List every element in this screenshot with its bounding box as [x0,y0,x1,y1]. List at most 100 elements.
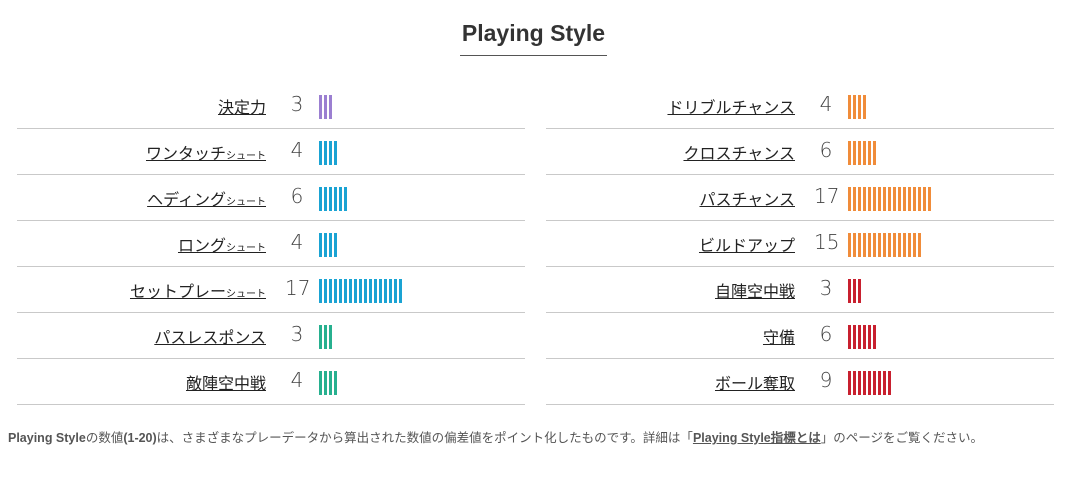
stat-label-link[interactable]: パスレスポンス [154,324,266,348]
stat-bar-segment [898,233,901,257]
stat-label-link[interactable]: ワンタッチシュート [146,140,266,164]
section-title: Playing Style [459,20,608,56]
stat-bar-segment [863,187,866,211]
stat-bar-segment [324,141,327,165]
stat-row: ドリブルチャンス 4 [546,84,1054,129]
stat-bar-segment [374,279,377,303]
stat-bar-segment [329,279,332,303]
stat-bar-segment [848,187,851,211]
stat-bar-segment [319,325,322,349]
stat-label-text: 守備 [762,328,795,347]
stat-bar [319,325,334,349]
stat-label-link[interactable]: 敵陣空中戦 [186,370,266,394]
stat-bar-segment [319,371,322,395]
stat-bar-segment [853,187,856,211]
stat-label-suffix: シュート [226,289,266,300]
stat-row: ビルドアップ 15 [546,222,1054,267]
stat-label-link[interactable]: ロングシュート [178,232,266,256]
stat-value: 4 [290,230,304,254]
stat-bar-segment [918,233,921,257]
stat-bar [319,279,404,303]
stat-bar-segment [858,325,861,349]
stat-bar-segment [329,141,332,165]
stat-bar-segment [324,325,327,349]
stat-label-text: セットプレー [129,282,226,301]
stat-bar-segment [853,371,856,395]
stat-value: 4 [290,138,304,162]
stat-bar-segment [893,233,896,257]
stat-bar-segment [858,233,861,257]
stat-value: 17 [814,184,840,208]
stat-label-link[interactable]: 守備 [763,324,795,348]
stat-bar-segment [858,371,861,395]
left-stat-column: 決定力 3 ワンタッチシュート 4 ヘディングシュート 6 ロングシュート 4 セットプレーシュ… [17,84,525,406]
stat-bar-segment [863,233,866,257]
stat-bar-segment [913,233,916,257]
stat-bar-segment [858,95,861,119]
stat-bar-segment [868,233,871,257]
stat-bar-segment [324,279,327,303]
stat-label-text: クロスチャンス [683,144,795,163]
stat-bar-segment [888,233,891,257]
stat-bar-segment [329,187,332,211]
stat-bar-segment [344,187,347,211]
footnote-text-2: は、さまざまなプレーデータから算出された数値の偏差値をポイント化したものです。詳… [156,431,693,445]
playing-style-info-link[interactable]: Playing Style指標とは [693,431,821,445]
stat-bar [319,371,339,395]
stat-row: 自陣空中戦 3 [546,268,1054,313]
stat-label-link[interactable]: ドリブルチャンス [667,94,795,118]
stat-bar [848,279,863,303]
stat-row: クロスチャンス 6 [546,130,1054,175]
stat-bar-segment [389,279,392,303]
stat-label-text: 敵陣空中戦 [185,374,266,393]
stat-label-suffix: シュート [226,151,266,162]
right-stat-column: ドリブルチャンス 4 クロスチャンス 6 パスチャンス 17 ビルドアップ 15 自陣空中戦 3 守… [546,84,1054,406]
footnote-bold-title: Playing Style [8,431,86,445]
stat-bar-segment [853,141,856,165]
stat-bar-segment [873,187,876,211]
stat-bar-segment [853,279,856,303]
stat-bar-segment [848,233,851,257]
stat-bar-segment [878,233,881,257]
stat-row: セットプレーシュート 17 [17,268,525,313]
stat-value: 3 [290,92,304,116]
stat-bar-segment [384,279,387,303]
stat-bar-segment [863,325,866,349]
stat-bar-segment [863,95,866,119]
stat-label-link[interactable]: 決定力 [218,94,266,118]
stat-bar-segment [853,325,856,349]
stat-bar-segment [324,187,327,211]
stat-row: 敵陣空中戦 4 [17,360,525,405]
stat-bar-segment [858,279,861,303]
stat-bar-segment [848,325,851,349]
stat-label-link[interactable]: ヘディングシュート [147,186,266,210]
footnote-range: (1-20) [123,431,157,445]
stat-bar-segment [873,233,876,257]
stat-bar-segment [394,279,397,303]
stat-bar-segment [334,187,337,211]
stat-row: パスチャンス 17 [546,176,1054,221]
stat-value: 6 [819,322,833,346]
stat-bar-segment [369,279,372,303]
stat-bar-segment [848,371,851,395]
stat-bar-segment [888,371,891,395]
stat-label-link[interactable]: パスチャンス [699,186,795,210]
stat-bar-segment [349,279,352,303]
stat-bar-segment [873,325,876,349]
footnote: Playing Styleの数値(1-20)は、さまざまなプレーデータから算出さ… [8,430,1058,447]
stat-label-suffix: シュート [226,197,266,208]
stat-bar-segment [853,95,856,119]
stat-label-link[interactable]: ビルドアップ [699,232,795,256]
stat-bar-segment [344,279,347,303]
stat-label-link[interactable]: クロスチャンス [683,140,795,164]
stat-bar [319,187,349,211]
stat-label-link[interactable]: セットプレーシュート [130,278,266,302]
stat-label-link[interactable]: 自陣空中戦 [715,278,795,302]
stat-bar [848,325,878,349]
stat-row: ヘディングシュート 6 [17,176,525,221]
stat-label-text: ドリブルチャンス [667,98,795,117]
stat-bar [319,95,334,119]
stat-label-link[interactable]: ボール奪取 [715,370,795,394]
stat-bar-segment [334,233,337,257]
stat-bar-segment [883,371,886,395]
